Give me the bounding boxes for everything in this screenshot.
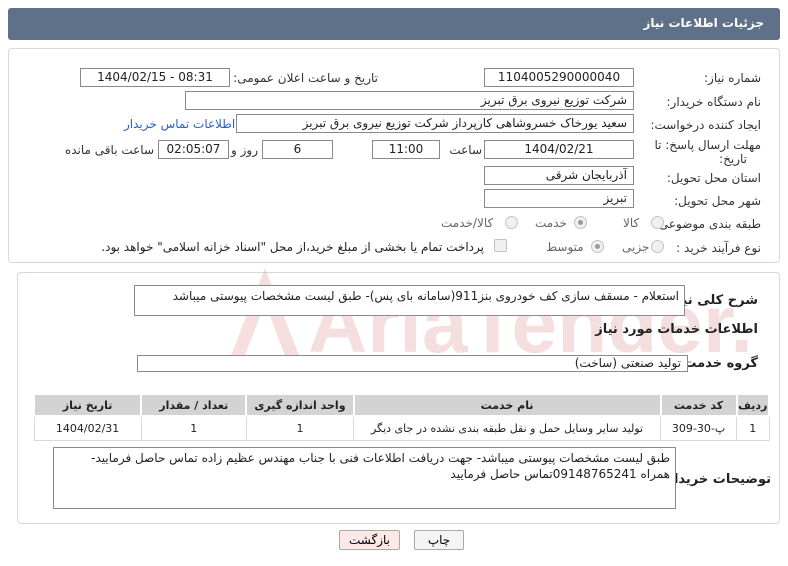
cell-service-name: تولید سایر وسایل حمل و نقل طبقه بندی نشد… — [353, 415, 662, 441]
service-group-field: تولید صنعتی (ساخت) — [137, 355, 688, 372]
category-option-service-label: خدمت — [535, 216, 567, 230]
purchase-option-medium-radio[interactable] — [591, 240, 604, 253]
category-option-goods-radio[interactable] — [651, 216, 664, 229]
cell-quantity: 1 — [140, 415, 247, 441]
cell-unit: 1 — [245, 415, 355, 441]
category-option-service-radio[interactable] — [574, 216, 587, 229]
category-option-goods-service-radio[interactable] — [505, 216, 518, 229]
days-remaining-field: 6 — [262, 140, 333, 159]
creator-field: سعید یورخاک خسروشاهی کارپرداز شرکت توزیع… — [236, 114, 634, 133]
buyer-label: نام دستگاه خریدار: — [666, 95, 762, 109]
buyer-field: شرکت توزیع نیروی برق تبریز — [185, 91, 634, 110]
days-label: روز و — [231, 143, 258, 157]
announce-label: تاریخ و ساعت اعلان عمومی: — [233, 71, 378, 85]
city-label: شهر محل تحویل: — [674, 194, 761, 208]
deadline-label: مهلت ارسال پاسخ: تا — [654, 138, 761, 152]
need-number-field: 1104005290000040 — [484, 68, 634, 87]
category-option-goods-service-label: کالا/خدمت — [441, 216, 494, 230]
cell-service-code: پ-30-309 — [660, 415, 738, 441]
province-field: آذربایجان شرقی — [484, 166, 634, 185]
back-button[interactable]: بازگشت — [339, 530, 400, 550]
deadline-date-field: 1404/02/21 — [484, 140, 634, 159]
buyer-notes-textarea: طبق لیست مشخصات پیوستی میباشد- جهت دریاف… — [53, 447, 676, 509]
service-group-label: گروه خدمت: — [678, 356, 758, 371]
page-title: جزئیات اطلاعات نیاز — [643, 16, 764, 30]
services-section-title: اطلاعات خدمات مورد نیاز — [595, 322, 758, 337]
summary-textarea: استعلام - مسقف سازی کف خودروی بنز911(سام… — [134, 285, 685, 316]
buyer-contact-link[interactable]: اطلاعات تماس خریدار — [124, 117, 235, 131]
announce-datetime-field: 1404/02/15 - 08:31 — [80, 68, 230, 87]
cell-row-number: 1 — [736, 415, 770, 441]
services-table-header: ردیف کد خدمت نام خدمت واحد اندازه گیری ت… — [32, 393, 771, 417]
col-service-code: کد خدمت — [659, 393, 738, 417]
print-button[interactable]: چاپ — [414, 530, 464, 550]
page-header: جزئیات اطلاعات نیاز — [8, 8, 780, 40]
time-remaining-label: ساعت باقی مانده — [64, 143, 154, 157]
purchase-type-label: نوع فرآیند خرید : — [676, 241, 761, 255]
cell-need-date: 1404/02/31 — [33, 415, 142, 441]
province-label: استان محل تحویل: — [666, 171, 761, 185]
deadline-hour-field: 11:00 — [372, 140, 440, 159]
col-service-name: نام خدمت — [352, 393, 662, 417]
city-field: تبریز — [484, 189, 634, 208]
treasury-payment-note: پرداخت تمام یا بخشی از مبلغ خرید،از محل … — [101, 240, 484, 254]
deadline-hour-label: ساعت — [449, 143, 482, 157]
purchase-option-minor-radio[interactable] — [651, 240, 664, 253]
buyer-notes-label: توضیحات خریدار: — [661, 472, 771, 487]
time-remaining-field: 02:05:07 — [158, 140, 229, 159]
deadline-label-date: تاریخ: — [719, 152, 747, 166]
creator-label: ایجاد کننده درخواست: — [650, 118, 761, 132]
table-row: 1 پ-30-309 تولید سایر وسایل حمل و نقل طب… — [33, 415, 770, 441]
category-label: طبقه بندی موضوعی: — [654, 217, 761, 231]
purchase-option-medium-label: متوسط — [546, 240, 584, 254]
col-row-number: ردیف — [735, 393, 771, 417]
col-unit: واحد اندازه گیری — [245, 393, 355, 417]
col-quantity: تعداد / مقدار — [140, 393, 248, 417]
purchase-option-minor-label: جزیی — [622, 240, 650, 254]
treasury-payment-checkbox[interactable] — [494, 239, 507, 252]
category-option-goods-label: کالا — [623, 216, 640, 230]
need-number-label: شماره نیاز: — [704, 71, 761, 85]
col-need-date: تاریخ نیاز — [32, 393, 143, 417]
services-table: ردیف کد خدمت نام خدمت واحد اندازه گیری ت… — [32, 393, 771, 441]
